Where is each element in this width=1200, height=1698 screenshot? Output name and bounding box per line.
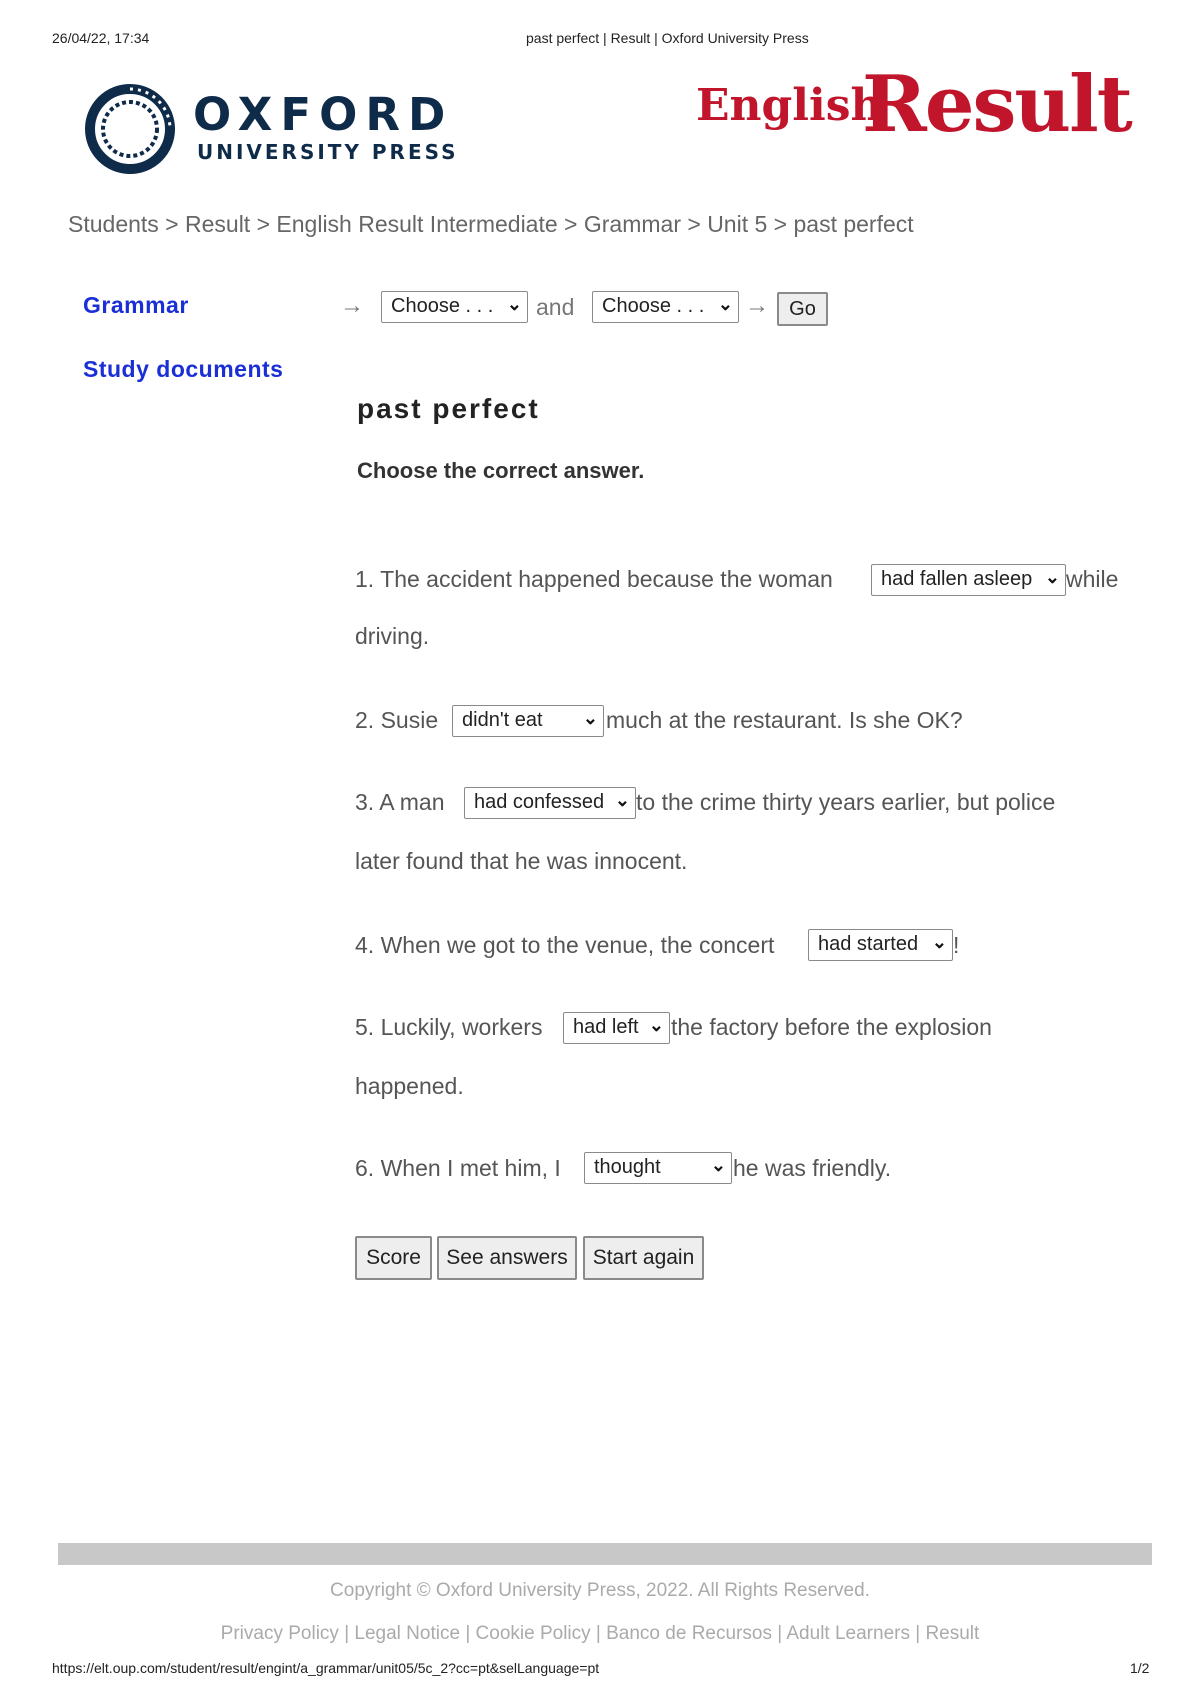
print-datetime: 26/04/22, 17:34: [52, 30, 150, 46]
chevron-down-icon: ⌄: [648, 1015, 664, 1035]
question-4-select[interactable]: had started ⌄: [808, 929, 953, 961]
footer-divider: [58, 1543, 1152, 1565]
question-2-text: 2. Susie: [355, 707, 439, 733]
question-6-after: he was friendly.: [733, 1155, 892, 1181]
question-4-text: 4. When we got to the venue, the concert: [355, 932, 775, 958]
start-again-button[interactable]: Start again: [583, 1236, 704, 1280]
question-1-text: 1. The accident happened because the wom…: [355, 566, 833, 592]
chevron-down-icon: ⌄: [717, 294, 733, 314]
arrow-icon: →: [340, 292, 364, 319]
oxford-logo-subtext: UNIVERSITY PRESS: [197, 140, 459, 164]
breadcrumb[interactable]: Students > Result > English Result Inter…: [68, 211, 914, 238]
chevron-down-icon: ⌄: [1044, 567, 1060, 587]
unit-select-1[interactable]: Choose . . . ⌄: [381, 291, 528, 323]
unit-select-1-value: Choose . . .: [391, 295, 494, 317]
question-5-answer: had left: [573, 1016, 639, 1038]
chevron-down-icon: ⌄: [582, 708, 598, 728]
exercise-title: past perfect: [357, 393, 540, 424]
copyright-text: Copyright © Oxford University Press, 202…: [330, 1580, 870, 1601]
exercise-instruction: Choose the correct answer.: [357, 458, 645, 483]
go-button[interactable]: Go: [777, 292, 828, 326]
question-4-after: !: [953, 932, 960, 958]
question-2-after: much at the restaurant. Is she OK?: [606, 707, 963, 733]
question-6-answer: thought: [594, 1156, 661, 1178]
score-button[interactable]: Score: [355, 1236, 432, 1280]
question-3-select[interactable]: had confessed ⌄: [464, 787, 636, 819]
question-2-select[interactable]: didn't eat ⌄: [452, 705, 604, 737]
english-result-logo-result: Result: [862, 59, 1133, 150]
question-5-select[interactable]: had left ⌄: [563, 1012, 670, 1044]
print-page-title: past perfect | Result | Oxford Universit…: [526, 30, 809, 46]
question-6-text: 6. When I met him, I: [355, 1155, 561, 1181]
footer-links[interactable]: Privacy Policy | Legal Notice | Cookie P…: [0, 1623, 1200, 1645]
chevron-down-icon: ⌄: [710, 1155, 726, 1175]
print-url: https://elt.oup.com/student/result/engin…: [52, 1660, 600, 1676]
print-page-number: 1/2: [1130, 1660, 1150, 1676]
question-3-continued: later found that he was innocent.: [355, 848, 688, 874]
oxford-logo-text: OXFORD: [193, 88, 454, 141]
and-label: and: [536, 294, 575, 320]
english-result-logo-english: English: [696, 80, 883, 131]
chevron-down-icon: ⌄: [506, 294, 522, 314]
oxford-logo-emblem: [85, 84, 175, 174]
nav-grammar-link[interactable]: Grammar: [83, 292, 189, 319]
question-3-answer: had confessed: [474, 791, 605, 813]
unit-select-2[interactable]: Choose . . . ⌄: [592, 291, 739, 323]
arrow-icon: →: [745, 292, 769, 319]
question-6-select[interactable]: thought ⌄: [584, 1152, 732, 1184]
nav-study-documents-link[interactable]: Study documents: [83, 356, 283, 383]
question-3-after: to the crime thirty years earlier, but p…: [636, 789, 1056, 815]
question-3-text: 3. A man: [355, 789, 445, 815]
chevron-down-icon: ⌄: [614, 790, 630, 810]
question-1-select[interactable]: had fallen asleep ⌄: [871, 564, 1066, 596]
see-answers-button[interactable]: See answers: [437, 1236, 577, 1280]
question-1-after: while: [1066, 566, 1119, 592]
question-1-continued: driving.: [355, 623, 430, 649]
question-2-answer: didn't eat: [462, 709, 543, 731]
question-5-text: 5. Luckily, workers: [355, 1014, 543, 1040]
question-5-after: the factory before the explosion: [671, 1014, 992, 1040]
question-4-answer: had started: [818, 933, 919, 955]
question-1-answer: had fallen asleep: [881, 568, 1033, 590]
question-5-continued: happened.: [355, 1073, 464, 1099]
chevron-down-icon: ⌄: [931, 932, 947, 952]
unit-select-2-value: Choose . . .: [602, 295, 705, 317]
